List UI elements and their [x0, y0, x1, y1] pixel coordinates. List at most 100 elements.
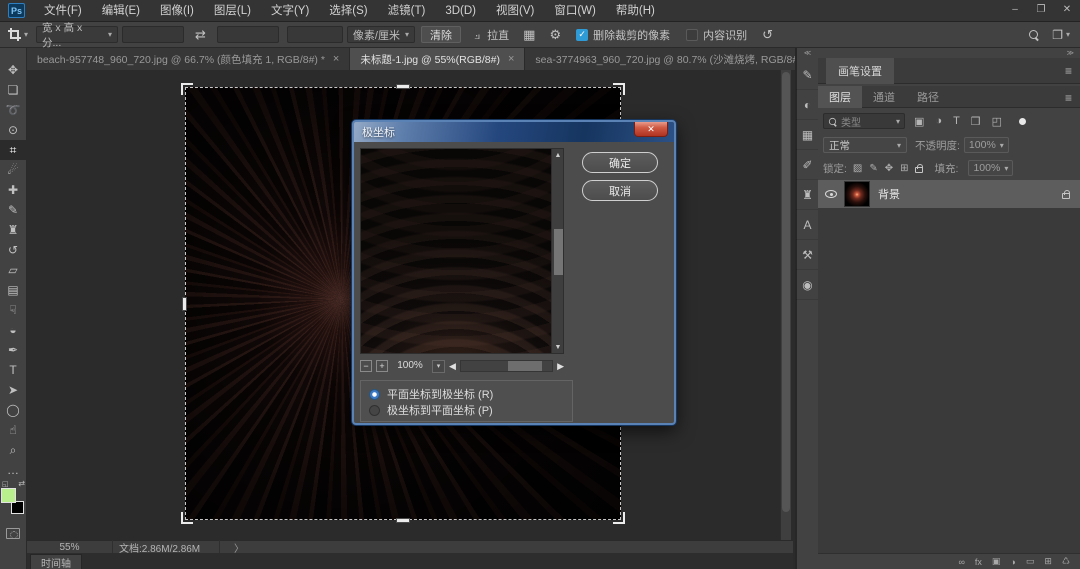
tool-hand[interactable]: ☝ [0, 420, 27, 440]
menu-item[interactable]: 文件(F) [34, 0, 92, 22]
crop-width-input[interactable] [122, 26, 184, 43]
close-tab-icon[interactable]: × [508, 53, 514, 65]
footer-icon-layer-effects[interactable]: fx [975, 557, 982, 567]
footer-icon-adjustment-layer[interactable]: ◑ [1010, 557, 1015, 567]
crop-handle-top-right[interactable] [613, 83, 625, 95]
radio-selected-icon[interactable] [369, 389, 380, 400]
panel-tab[interactable]: 图层 [818, 86, 862, 108]
panel-menu-icon[interactable]: ≡ [1065, 64, 1072, 78]
radio-rect-to-polar[interactable]: 平面坐标到极坐标 (R) [369, 386, 564, 402]
preview-scrollbar[interactable]: ▲ ▼ [551, 149, 563, 353]
menu-item[interactable]: 选择(S) [319, 0, 377, 22]
swap-colors-icon[interactable]: ⇄ [18, 479, 25, 488]
layers-menu-icon[interactable]: ≡ [1065, 91, 1072, 105]
radio-unselected-icon[interactable] [369, 405, 380, 416]
layer-row-background[interactable]: 背景 [818, 180, 1080, 208]
close-tab-icon[interactable]: × [333, 53, 339, 65]
tab-timeline[interactable]: 时间轴 [30, 554, 82, 569]
tool-edit-toolbar[interactable]: … [0, 460, 27, 480]
expand-panels-icon[interactable]: ≪ [804, 48, 811, 60]
minimize-button[interactable]: – [1002, 0, 1028, 18]
panel-icon-color[interactable]: ◐ [796, 90, 819, 120]
menu-item[interactable]: 编辑(E) [92, 0, 150, 22]
checkbox-checked-icon[interactable]: ✓ [576, 29, 588, 41]
crop-resolution-input[interactable] [287, 26, 343, 43]
tool-smudge[interactable]: ☟ [0, 300, 27, 320]
scrollbar-thumb[interactable] [782, 72, 790, 512]
crop-handle-bottom-left[interactable] [181, 512, 193, 524]
menu-item[interactable]: 图层(L) [204, 0, 261, 22]
panel-icon-creative-cloud[interactable]: ◉ [796, 270, 819, 300]
menu-item[interactable]: 窗口(W) [544, 0, 606, 22]
current-tool-button[interactable]: ▾ [8, 28, 28, 41]
icon-filter-pixel-layers[interactable]: ▣ [914, 115, 924, 128]
dialog-close-button[interactable]: ✕ [634, 122, 668, 137]
tool-pen[interactable]: ✒ [0, 340, 27, 360]
default-colors-icon[interactable]: ◱ [2, 480, 9, 488]
menu-item[interactable]: 文字(Y) [261, 0, 319, 22]
icon-lock-transparency[interactable]: ▨ [853, 163, 862, 174]
tool-quick-selection[interactable]: ⊙ [0, 120, 27, 140]
tool-marquee[interactable]: ❏ [0, 80, 27, 100]
panel-icon-swatches[interactable]: ▦ [796, 120, 819, 150]
crop-preset-dropdown[interactable]: 宽 x 高 x 分... ▾ [36, 26, 118, 43]
zoom-level-field[interactable]: 55% [27, 542, 112, 553]
vertical-scrollbar[interactable] [780, 70, 791, 540]
footer-icon-new-layer[interactable]: ⊞ [1044, 556, 1052, 567]
crop-handle-bottom[interactable] [396, 518, 410, 523]
tool-gradient[interactable]: ▤ [0, 280, 27, 300]
panel-icon-clone-source[interactable]: ♜ [796, 180, 819, 210]
panel-icon-tool-presets[interactable]: ⚒ [796, 240, 819, 270]
dialog-title-bar[interactable]: 极坐标 ✕ [354, 122, 674, 142]
icon-lock-artboard[interactable]: ⊞ [900, 163, 908, 174]
quick-mask-button[interactable] [6, 528, 20, 539]
content-aware-option[interactable]: 内容识别 [686, 27, 747, 43]
icon-lock-position[interactable]: ✥ [885, 163, 893, 174]
panel-tab[interactable]: 路径 [906, 86, 950, 108]
zoom-dropdown-icon[interactable]: ▾ [432, 360, 445, 373]
crop-handle-top[interactable] [396, 84, 410, 89]
scroll-up-icon[interactable]: ▲ [552, 149, 564, 161]
clear-button[interactable]: 清除 [421, 26, 461, 43]
document-tab[interactable]: sea-3774963_960_720.jpg @ 80.7% (沙滩烧烤, R… [525, 48, 834, 70]
workspace-switcher[interactable]: ❐ ▾ [1052, 28, 1070, 42]
footer-icon-delete-layer[interactable]: ♺ [1062, 556, 1070, 567]
crop-handle-left[interactable] [182, 297, 187, 311]
tool-eraser[interactable]: ▱ [0, 260, 27, 280]
tool-zoom[interactable]: ⌕ [0, 440, 27, 460]
menu-item[interactable]: 视图(V) [486, 0, 544, 22]
icon-filter-type-layers[interactable]: T [953, 115, 960, 128]
collapse-panels-icon[interactable]: ≫ [1067, 49, 1074, 57]
footer-icon-add-mask[interactable]: ▣ [992, 556, 1001, 567]
tool-path-selection[interactable]: ➤ [0, 380, 27, 400]
crop-handle-bottom-right[interactable] [613, 512, 625, 524]
tool-history-brush[interactable]: ↺ [0, 240, 27, 260]
crop-height-input[interactable] [217, 26, 279, 43]
tool-move[interactable]: ✥ [0, 60, 27, 80]
icon-filter-shape-layers[interactable]: ❒ [971, 115, 981, 128]
menu-item[interactable]: 帮助(H) [606, 0, 665, 22]
menu-item[interactable]: 图像(I) [150, 0, 204, 22]
tool-shape[interactable]: ◯ [0, 400, 27, 420]
tool-clone-stamp[interactable]: ♜ [0, 220, 27, 240]
tool-crop[interactable]: ⌗ [0, 140, 27, 160]
footer-icon-new-group[interactable]: ▭ [1026, 556, 1035, 567]
layer-visibility-toggle[interactable] [818, 190, 844, 198]
icon-lock-paint[interactable]: ✎ [869, 163, 877, 174]
icon-filter-adjustment-layers[interactable]: ◑ [935, 115, 942, 128]
preview-h-scrollbar-thumb[interactable] [508, 361, 542, 371]
fill-field[interactable]: 100% ▾ [968, 160, 1013, 176]
cancel-button[interactable]: 取消 [582, 180, 658, 201]
panel-icon-brush-settings[interactable]: ✎ [796, 60, 819, 90]
icon-filter-smart-objects[interactable]: ◰ [992, 115, 1002, 128]
radio-polar-to-rect[interactable]: 极坐标到平面坐标 (P) [369, 402, 564, 418]
preview-scrollbar-thumb[interactable] [554, 229, 563, 275]
document-tab[interactable]: beach-957748_960_720.jpg @ 66.7% (颜色填充 1… [27, 48, 350, 70]
panel-icon-brushes[interactable]: ✐ [796, 150, 819, 180]
checkbox-unchecked-icon[interactable] [686, 29, 698, 41]
close-button[interactable]: ✕ [1054, 0, 1080, 18]
scroll-down-icon[interactable]: ▼ [552, 341, 564, 353]
resolution-unit-dropdown[interactable]: 像素/厘米 ▾ [347, 26, 415, 43]
tool-brush[interactable]: ✎ [0, 200, 27, 220]
restore-button[interactable]: ❐ [1028, 0, 1054, 18]
